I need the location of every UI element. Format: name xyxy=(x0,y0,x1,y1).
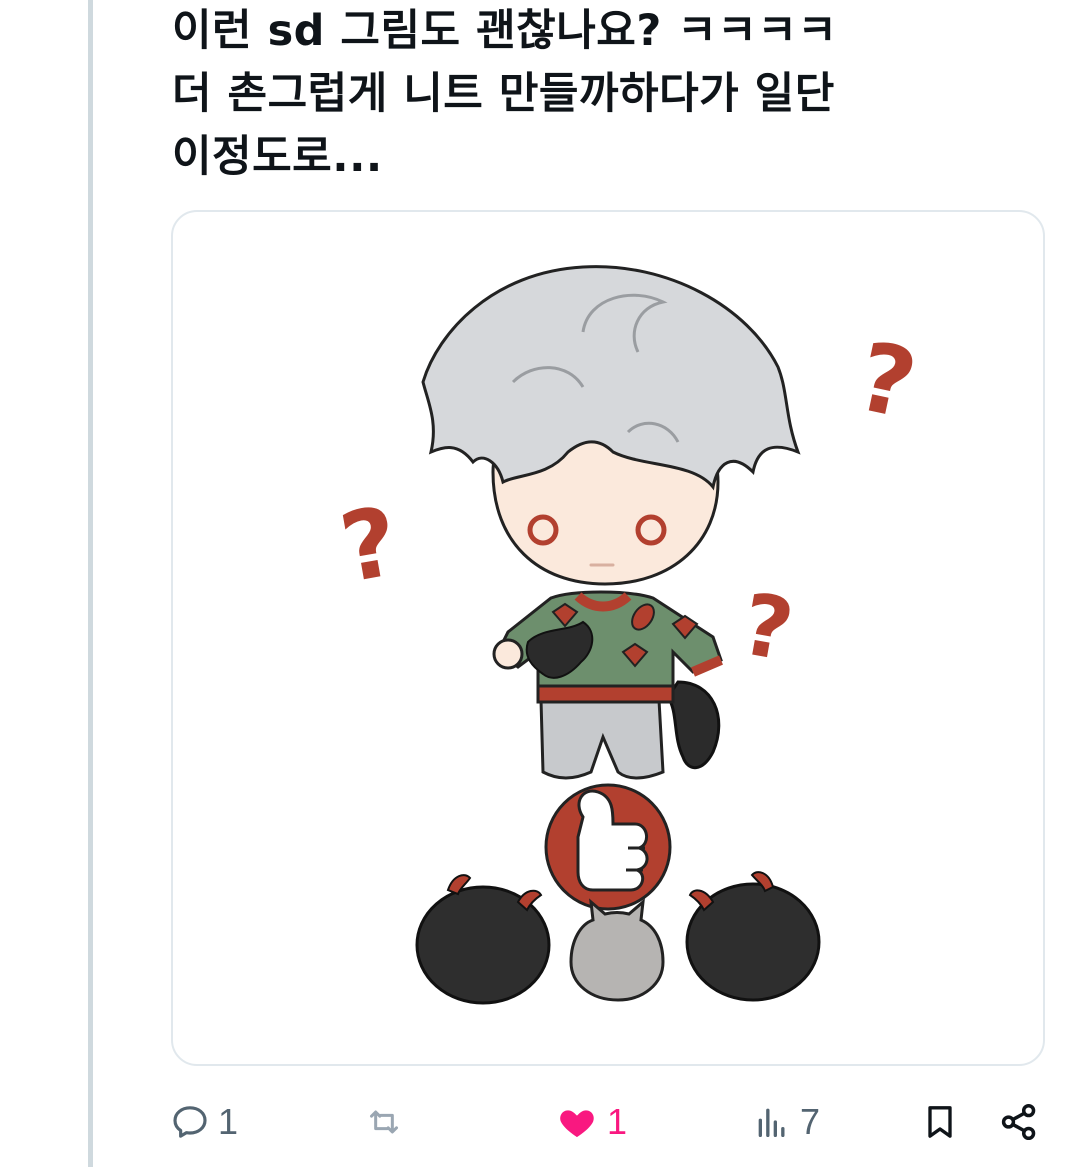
tweet-text: 이런 sd 그림도 괜찮나요? ㅋㅋㅋㅋ 더 촌그럽게 니트 만들까하다가 일단… xyxy=(172,0,1032,189)
heart-icon xyxy=(555,1102,599,1142)
hand xyxy=(492,638,524,670)
devil-blob-right xyxy=(685,871,821,1002)
like-count: 1 xyxy=(607,1101,628,1142)
cat-blob xyxy=(569,898,665,1002)
chibi-illustration: ? ? ? xyxy=(333,265,925,1005)
share-button[interactable] xyxy=(998,1090,1040,1154)
bookmark-icon xyxy=(920,1102,960,1142)
tweet-text-line-2: 더 촌그럽게 니트 만들까하다가 일단 xyxy=(172,69,835,119)
question-mark-left: ? xyxy=(333,487,406,605)
pants xyxy=(539,698,665,780)
question-mark-right-top: ? xyxy=(848,322,925,441)
reply-button[interactable]: 1 xyxy=(170,1090,238,1154)
views-icon xyxy=(752,1102,792,1142)
like-button[interactable]: 1 xyxy=(555,1090,627,1154)
svg-text:?: ? xyxy=(734,575,800,681)
tweet-text-line-1: 이런 sd 그림도 괜찮나요? ㅋㅋㅋㅋ xyxy=(172,6,838,56)
thumbs-up-badge xyxy=(544,783,672,911)
reply-icon xyxy=(170,1102,210,1142)
bookmark-button[interactable] xyxy=(920,1090,960,1154)
tweet-text-line-3: 이정도로... xyxy=(172,132,383,182)
media-image-card[interactable]: ? ? ? xyxy=(171,210,1045,1066)
views-button[interactable]: 7 xyxy=(752,1090,820,1154)
thread-line xyxy=(88,0,93,1167)
retweet-icon xyxy=(362,1102,406,1142)
svg-text:?: ? xyxy=(848,322,925,441)
devil-blob-left xyxy=(415,874,551,1005)
reply-count: 1 xyxy=(218,1101,239,1142)
tweet-action-bar: 1 1 7 xyxy=(0,1090,1080,1154)
question-mark-right-low: ? xyxy=(734,575,800,681)
svg-text:?: ? xyxy=(333,487,406,605)
wolf-tail xyxy=(666,680,721,770)
retweet-button[interactable] xyxy=(362,1090,414,1154)
share-icon xyxy=(998,1101,1040,1143)
views-count: 7 xyxy=(800,1101,821,1142)
